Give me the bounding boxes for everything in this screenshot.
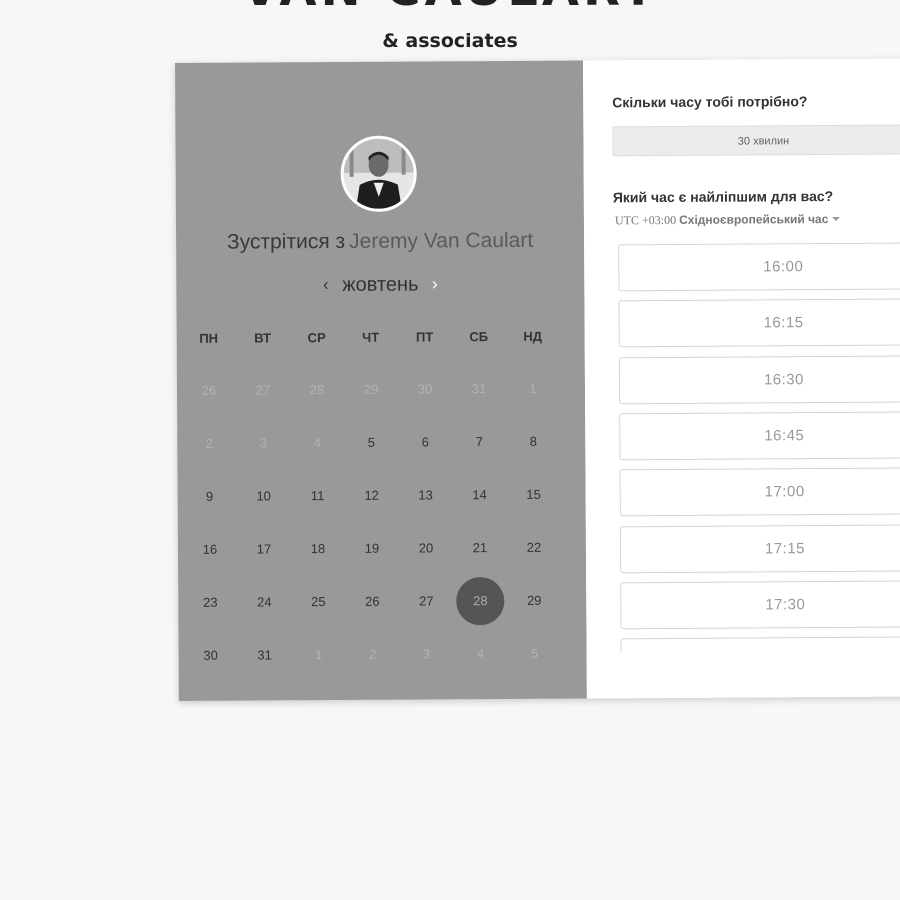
calendar-day: 3 xyxy=(259,435,267,451)
calendar-day[interactable]: 20 xyxy=(404,526,448,570)
weekday-label: НД xyxy=(523,328,543,344)
brand-logo-title: VAN CAULART xyxy=(0,0,900,20)
time-slot-button[interactable]: 17:15 xyxy=(619,523,900,573)
meet-title: Зустрітися з Jeremy Van Caulart xyxy=(176,229,584,255)
weekday-label: СР xyxy=(307,330,326,346)
calendar-day[interactable]: 9 xyxy=(188,475,232,519)
calendar-day[interactable]: 11 xyxy=(296,474,340,518)
calendar-day[interactable]: 10 xyxy=(242,474,286,518)
calendar-panel: Зустрітися з Jeremy Van Caulart ‹ жовтень… xyxy=(175,60,587,701)
meet-prefix: Зустрітися з xyxy=(226,229,346,254)
calendar-day[interactable]: 5 xyxy=(349,421,393,465)
calendar-day: 31 xyxy=(471,381,487,397)
timezone-selector[interactable]: UTC +03:00 Східноєвропейський час xyxy=(614,212,841,228)
calendar-day: 26 xyxy=(201,382,217,398)
calendar-day[interactable]: 17 xyxy=(242,527,286,571)
calendar-day[interactable]: 25 xyxy=(296,580,340,624)
calendar-day: 28 xyxy=(309,382,325,398)
calendar-day[interactable]: 22 xyxy=(512,526,556,570)
month-navigation: ‹ жовтень › xyxy=(176,273,584,298)
calendar-day[interactable]: 6 xyxy=(403,420,447,464)
time-slot-button[interactable]: 16:00 xyxy=(618,242,900,292)
chevron-right-icon[interactable]: › xyxy=(424,274,446,294)
duration-select[interactable]: 30 хвилин xyxy=(612,124,900,157)
calendar-day[interactable]: 8 xyxy=(511,420,555,464)
calendar-day[interactable]: 13 xyxy=(404,473,448,517)
calendar-day[interactable]: 14 xyxy=(458,473,502,517)
weekday-label: СБ xyxy=(469,329,489,345)
chevron-left-icon[interactable]: ‹ xyxy=(315,275,337,295)
calendar-day[interactable]: 16 xyxy=(188,528,232,572)
month-label: жовтень xyxy=(342,273,419,296)
calendar-day[interactable]: 31 xyxy=(242,633,286,677)
time-selection-panel: Скільки часу тобі потрібно? 30 хвилин Як… xyxy=(582,58,900,699)
booking-card: Зустрітися з Jeremy Van Caulart ‹ жовтень… xyxy=(175,58,900,701)
calendar-day[interactable]: 12 xyxy=(350,474,394,518)
host-name: Jeremy Van Caulart xyxy=(349,228,534,253)
caret-down-icon xyxy=(832,216,841,221)
calendar-day[interactable]: 21 xyxy=(458,526,502,570)
time-slot-button[interactable]: 17:30 xyxy=(620,580,900,630)
weekday-label: ПН xyxy=(199,330,219,346)
calendar-day[interactable]: 7 xyxy=(457,420,501,464)
calendar-day: 2 xyxy=(205,435,213,451)
timezone-offset: UTC +03:00 xyxy=(614,212,677,228)
calendar-day: 4 xyxy=(313,435,321,451)
calendar-day[interactable]: 15 xyxy=(512,473,556,517)
time-slot-button[interactable]: 16:45 xyxy=(619,411,900,461)
weekday-label: ЧТ xyxy=(362,329,380,345)
calendar-day: 5 xyxy=(530,645,539,661)
timezone-name: Східноєвропейський час xyxy=(679,212,829,227)
calendar-grid: 26 27 28 29 30 31 1 2 3 4 5 6 7 8 9 10 11 12 13 14 15 16 17 18 1… xyxy=(177,367,585,663)
calendar-day: 30 xyxy=(417,381,433,397)
calendar-day: 1 xyxy=(314,647,323,663)
selected-day[interactable]: 28 xyxy=(456,576,505,626)
host-avatar xyxy=(340,135,417,212)
time-slot-button[interactable]: 16:30 xyxy=(618,354,900,404)
calendar-day[interactable]: 26 xyxy=(350,580,394,624)
calendar-day: 27 xyxy=(255,382,271,398)
calendar-day[interactable]: 23 xyxy=(188,581,232,625)
duration-question: Скільки часу тобі потрібно? xyxy=(612,93,808,111)
calendar-day: 29 xyxy=(363,381,379,397)
calendar-day[interactable]: 30 xyxy=(188,634,232,678)
calendar-day: 4 xyxy=(476,646,485,662)
calendar-day: 2 xyxy=(368,646,377,662)
calendar-day[interactable]: 27 xyxy=(404,579,448,623)
calendar-day[interactable]: 29 xyxy=(512,579,556,623)
time-slot-button[interactable]: 17:00 xyxy=(619,467,900,517)
time-slot-button[interactable] xyxy=(620,636,900,653)
calendar-day[interactable]: 19 xyxy=(350,527,394,571)
calendar-day: 3 xyxy=(422,646,431,662)
weekday-header: ПН ВТ СР ЧТ ПТ СБ НД xyxy=(177,329,585,346)
time-slot-button[interactable]: 16:15 xyxy=(618,298,900,348)
brand-logo-subtitle: & associates xyxy=(382,30,518,52)
calendar-day[interactable]: 24 xyxy=(242,580,286,624)
calendar-day[interactable]: 18 xyxy=(296,527,340,571)
calendar-day: 1 xyxy=(529,380,537,396)
weekday-label: ПТ xyxy=(415,329,434,345)
weekday-label: ВТ xyxy=(254,330,272,346)
time-slot-list: 16:00 16:15 16:30 16:45 17:00 17:15 17:30 xyxy=(618,242,900,653)
time-question: Який час є найліпшим для вас? xyxy=(612,187,834,206)
